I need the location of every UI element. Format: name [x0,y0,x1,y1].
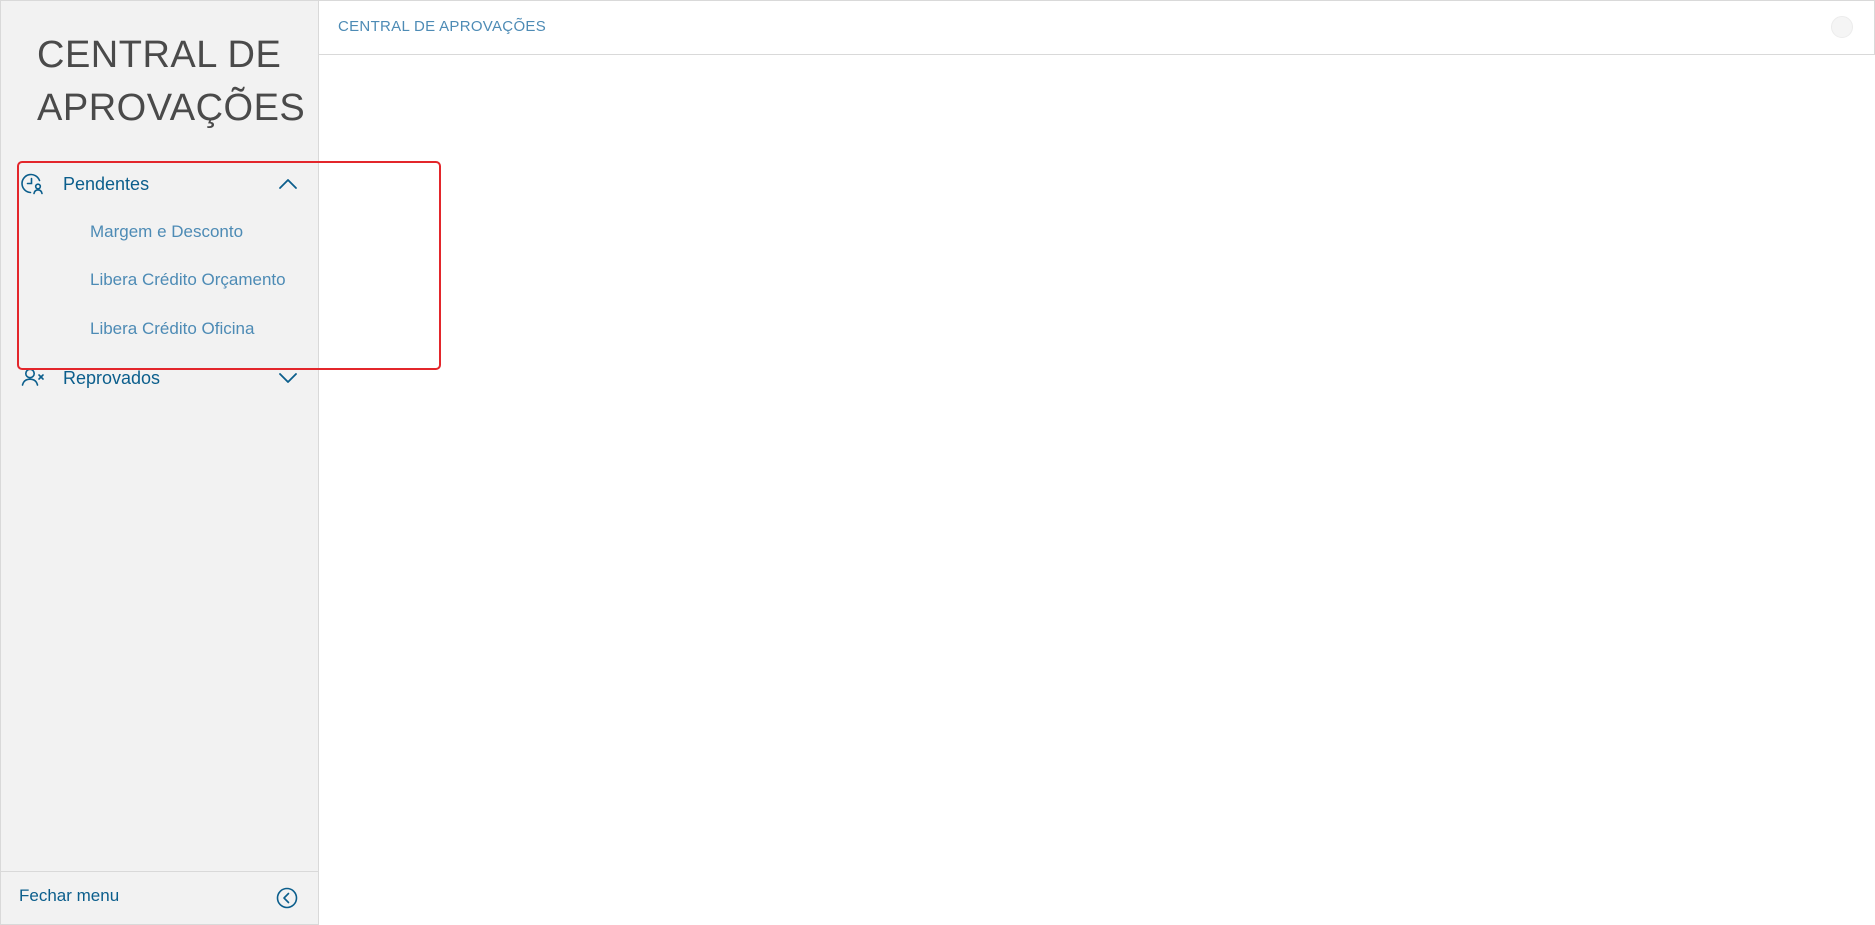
nav-group-reprovados: Reprovados [1,360,320,396]
breadcrumb: CENTRAL DE APROVAÇÕES [338,18,547,35]
nav-label-reprovados: Reprovados [63,367,161,388]
chevron-down-icon[interactable] [277,368,299,388]
nav-label-pendentes: Pendentes [63,173,150,194]
app-title: CENTRAL DE APROVAÇÕES [37,34,306,129]
nav-group-pendentes: Pendentes Margem e Desconto Libera Crédi… [1,166,320,338]
nav-header-pendentes[interactable]: Pendentes [1,166,320,202]
clock-user-icon [21,173,43,195]
main-content-area [319,55,1875,925]
sub-item-libera-credito-oficina[interactable]: Libera Crédito Oficina [90,319,254,339]
sub-item-margem-desconto[interactable]: Margem e Desconto [90,222,243,242]
close-menu-link[interactable]: Fechar menu [19,886,119,906]
top-bar: CENTRAL DE APROVAÇÕES [318,0,1875,55]
user-x-icon [21,368,44,386]
sidebar-footer: Fechar menu [1,871,318,924]
nav-header-reprovados[interactable]: Reprovados [1,360,320,396]
loading-spinner-icon [1831,16,1853,38]
sidebar: CENTRAL DE APROVAÇÕES Pendentes Margem e… [0,0,319,925]
sub-item-libera-credito-orcamento[interactable]: Libera Crédito Orçamento [90,270,286,290]
chevron-up-icon[interactable] [277,174,299,194]
chevron-left-circle-icon[interactable] [276,887,298,909]
